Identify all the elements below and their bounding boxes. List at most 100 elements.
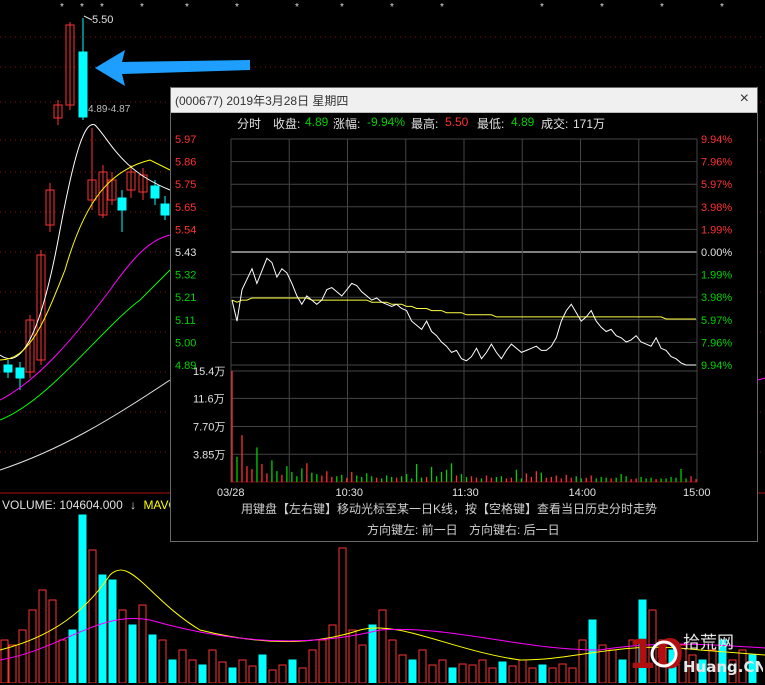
volume-bar <box>608 649 617 683</box>
asterisk-marker: * <box>235 2 239 13</box>
volume-bar <box>288 659 297 683</box>
volume-bar <box>478 659 487 683</box>
hint-next-day: 方向键右: 后一日 <box>469 523 560 537</box>
volume-bar <box>528 667 537 683</box>
price-tick-label: 5.54 <box>175 224 196 236</box>
volume-bar <box>258 654 267 683</box>
volume-tick-label: 7.70万 <box>193 422 225 434</box>
pct-tick-label: 7.96% <box>701 337 732 349</box>
volume-indicator-label: VOLUME: 104604.000 ↓ MAVO <box>2 498 178 512</box>
volume-bar <box>508 665 517 683</box>
asterisk-marker: * <box>540 2 544 13</box>
volume-bar <box>298 667 307 683</box>
pct-tick-label: 1.99% <box>701 270 732 282</box>
price-range-label: 4.89-4.87 <box>88 104 131 115</box>
price-tick-label: 5.65 <box>175 202 196 214</box>
volume-bar <box>318 639 327 683</box>
volume-bar <box>308 649 317 683</box>
volume-bar <box>458 663 467 683</box>
volume-bar <box>198 664 207 683</box>
volume-bar <box>58 639 67 683</box>
asterisk-marker: * <box>185 2 189 13</box>
moving-average-line <box>0 379 171 471</box>
volume-bar <box>538 664 547 683</box>
volume-bar <box>408 659 417 683</box>
volume-bar <box>38 589 47 683</box>
moving-average-line <box>0 234 171 401</box>
price-tick-label: 5.00 <box>175 337 196 349</box>
asterisk-marker: * <box>340 2 344 13</box>
volume-bar <box>228 667 237 683</box>
volume-bar <box>328 624 337 683</box>
time-tick-label: 10:30 <box>336 487 364 499</box>
pct-tick-label: 3.98% <box>701 292 732 304</box>
hint-prev-day: 方向键左: 前一日 <box>367 523 458 537</box>
volume-bar <box>498 661 507 683</box>
volume-bar <box>368 624 377 683</box>
candle-body <box>160 203 170 216</box>
candle-body <box>117 197 127 211</box>
time-tick-label: 03/28 <box>217 487 245 499</box>
price-tick-label: 5.86 <box>175 157 196 169</box>
volume-bar <box>0 639 9 683</box>
volume-bar <box>138 604 147 683</box>
watermark-logo: 10 拾荒网 Huang.CN <box>628 630 765 680</box>
annotation-arrow-icon <box>95 50 250 86</box>
volume-arrow-icon: ↓ <box>130 498 137 512</box>
volume-bar <box>218 661 227 683</box>
pct-tick-label: 5.97% <box>701 179 732 191</box>
intraday-chart[interactable]: 5.97 9.94% 5.86 7.96% 5.75 5.97% 5.65 3.98% 5.54… <box>171 88 757 541</box>
asterisk-marker: * <box>720 2 724 13</box>
price-tick-label: 5.97 <box>175 134 196 146</box>
asterisk-marker: * <box>140 2 144 13</box>
volume-bar <box>278 664 287 683</box>
candle-body <box>78 51 88 118</box>
time-tick-label: 15:00 <box>683 487 711 499</box>
asterisk-marker: * <box>600 2 604 13</box>
volume-bar <box>148 634 157 683</box>
peak-price-label: 5.50 <box>92 14 114 26</box>
volume-bar <box>158 639 167 683</box>
asterisk-marker: * <box>660 2 664 13</box>
volume-bar <box>188 659 197 683</box>
volume-bar <box>468 664 477 683</box>
candle-body <box>150 185 160 199</box>
asterisk-marker: * <box>100 2 104 13</box>
asterisk-marker: * <box>80 2 84 13</box>
volume-bar <box>348 629 357 683</box>
volume-bar <box>548 667 557 683</box>
volume-bar <box>238 659 247 683</box>
volume-bar <box>558 663 567 683</box>
volume-bar <box>178 649 187 683</box>
keyboard-hint: 用键盘【左右键】移动光标至某一日K线，按【空格键】查看当日历史分时走势 <box>241 502 658 516</box>
pct-tick-label: 5.97% <box>701 315 732 327</box>
volume-bar <box>8 644 17 683</box>
volume-bar <box>48 599 57 683</box>
pct-tick-label: 9.94% <box>701 360 732 372</box>
candle-body <box>3 364 13 373</box>
volume-bar <box>248 665 257 683</box>
volume-bar <box>568 667 577 683</box>
pct-tick-label: 7.96% <box>701 157 732 169</box>
volume-bar <box>578 639 587 683</box>
volume-bar <box>208 649 217 683</box>
asterisk-marker: * <box>390 2 394 13</box>
intraday-popup-window[interactable]: (000677) 2019年3月28日 星期四 × 分时 收盘: 4.89 涨幅… <box>170 87 758 542</box>
volume-bar <box>98 574 107 683</box>
svg-text:Huang.CN: Huang.CN <box>683 658 763 676</box>
pct-tick-label: 3.98% <box>701 202 732 214</box>
time-tick-label: 11:30 <box>452 487 479 499</box>
asterisk-marker: * <box>60 2 64 13</box>
volume-bar <box>388 639 397 683</box>
volume-bar <box>118 609 127 683</box>
moving-average-line <box>757 377 765 381</box>
volume-bar <box>588 619 597 683</box>
volume-bar <box>28 609 37 683</box>
volume-bar <box>378 609 387 683</box>
volume-bar <box>108 579 117 683</box>
volume-bar <box>488 667 497 683</box>
volume-bar <box>268 669 277 683</box>
price-tick-label: 5.75 <box>175 179 196 191</box>
volume-bar <box>88 549 97 683</box>
volume-bar <box>358 644 367 683</box>
